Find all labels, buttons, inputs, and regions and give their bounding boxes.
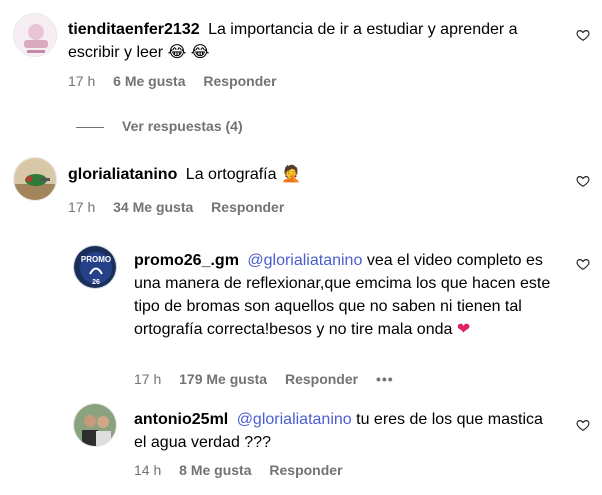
reply-button[interactable]: Responder	[285, 371, 358, 387]
reply-button[interactable]: Responder	[203, 73, 276, 89]
heart-outline-icon[interactable]	[576, 174, 590, 188]
comment-time: 14 h	[134, 462, 162, 478]
comment-meta: 17 h 179 Me gusta Responder •••	[134, 371, 408, 387]
comment-likes[interactable]: 8 Me gusta	[179, 462, 251, 478]
heart-outline-icon[interactable]	[576, 257, 590, 271]
comment-meta: 17 h 34 Me gusta Responder	[68, 199, 298, 215]
comment-username[interactable]: tienditaenfer2132	[68, 21, 200, 38]
comment-time: 17 h	[68, 73, 96, 89]
view-replies-button[interactable]: Ver respuestas (4)	[76, 118, 243, 134]
avatar-tienditaenfer2132[interactable]	[13, 13, 57, 57]
mention-link[interactable]: @glorialiatanino	[237, 411, 352, 428]
more-options-icon[interactable]: •••	[376, 371, 394, 387]
comment-time: 17 h	[134, 371, 162, 387]
heart-outline-icon[interactable]	[576, 28, 590, 42]
heart-emoji: ❤	[456, 321, 471, 338]
comment-username[interactable]: antonio25ml	[134, 411, 228, 428]
avatar-promo26-gm[interactable]: PROMO 26	[73, 245, 117, 289]
comment-text: glorialiatanino La ortografía 🤦	[68, 163, 558, 186]
comment-username[interactable]: glorialiatanino	[68, 166, 177, 183]
comment-text: antonio25ml @glorialiatanino tu eres de …	[134, 408, 558, 454]
comment-meta: 17 h 6 Me gusta Responder	[68, 73, 291, 89]
reply-button[interactable]: Responder	[211, 199, 284, 215]
comment-username[interactable]: promo26_.gm	[134, 252, 239, 269]
comment-body: La ortografía	[185, 166, 277, 183]
comment-time: 17 h	[68, 199, 96, 215]
comment-likes[interactable]: 6 Me gusta	[113, 73, 185, 89]
promo-logo-number: 26	[92, 279, 100, 286]
avatar-antonio25ml[interactable]	[73, 403, 117, 447]
facepalm-emoji: 🤦	[280, 166, 301, 183]
heart-outline-icon[interactable]	[576, 418, 590, 432]
comment-text: tienditaenfer2132 La importancia de ir a…	[68, 18, 558, 64]
comment-likes[interactable]: 179 Me gusta	[179, 371, 267, 387]
mention-link[interactable]: @glorialiatanino	[247, 252, 362, 269]
promo-logo-text: PROMO	[81, 255, 111, 264]
reply-button[interactable]: Responder	[269, 462, 342, 478]
comment-text: promo26_.gm @glorialiatanino vea el vide…	[134, 249, 558, 341]
avatar-glorialiatanino[interactable]	[13, 157, 57, 201]
comment-likes[interactable]: 34 Me gusta	[113, 199, 193, 215]
replies-divider	[76, 126, 104, 128]
laughing-emoji: 😂 😂	[167, 44, 210, 61]
comment-meta: 14 h 8 Me gusta Responder	[134, 462, 357, 478]
